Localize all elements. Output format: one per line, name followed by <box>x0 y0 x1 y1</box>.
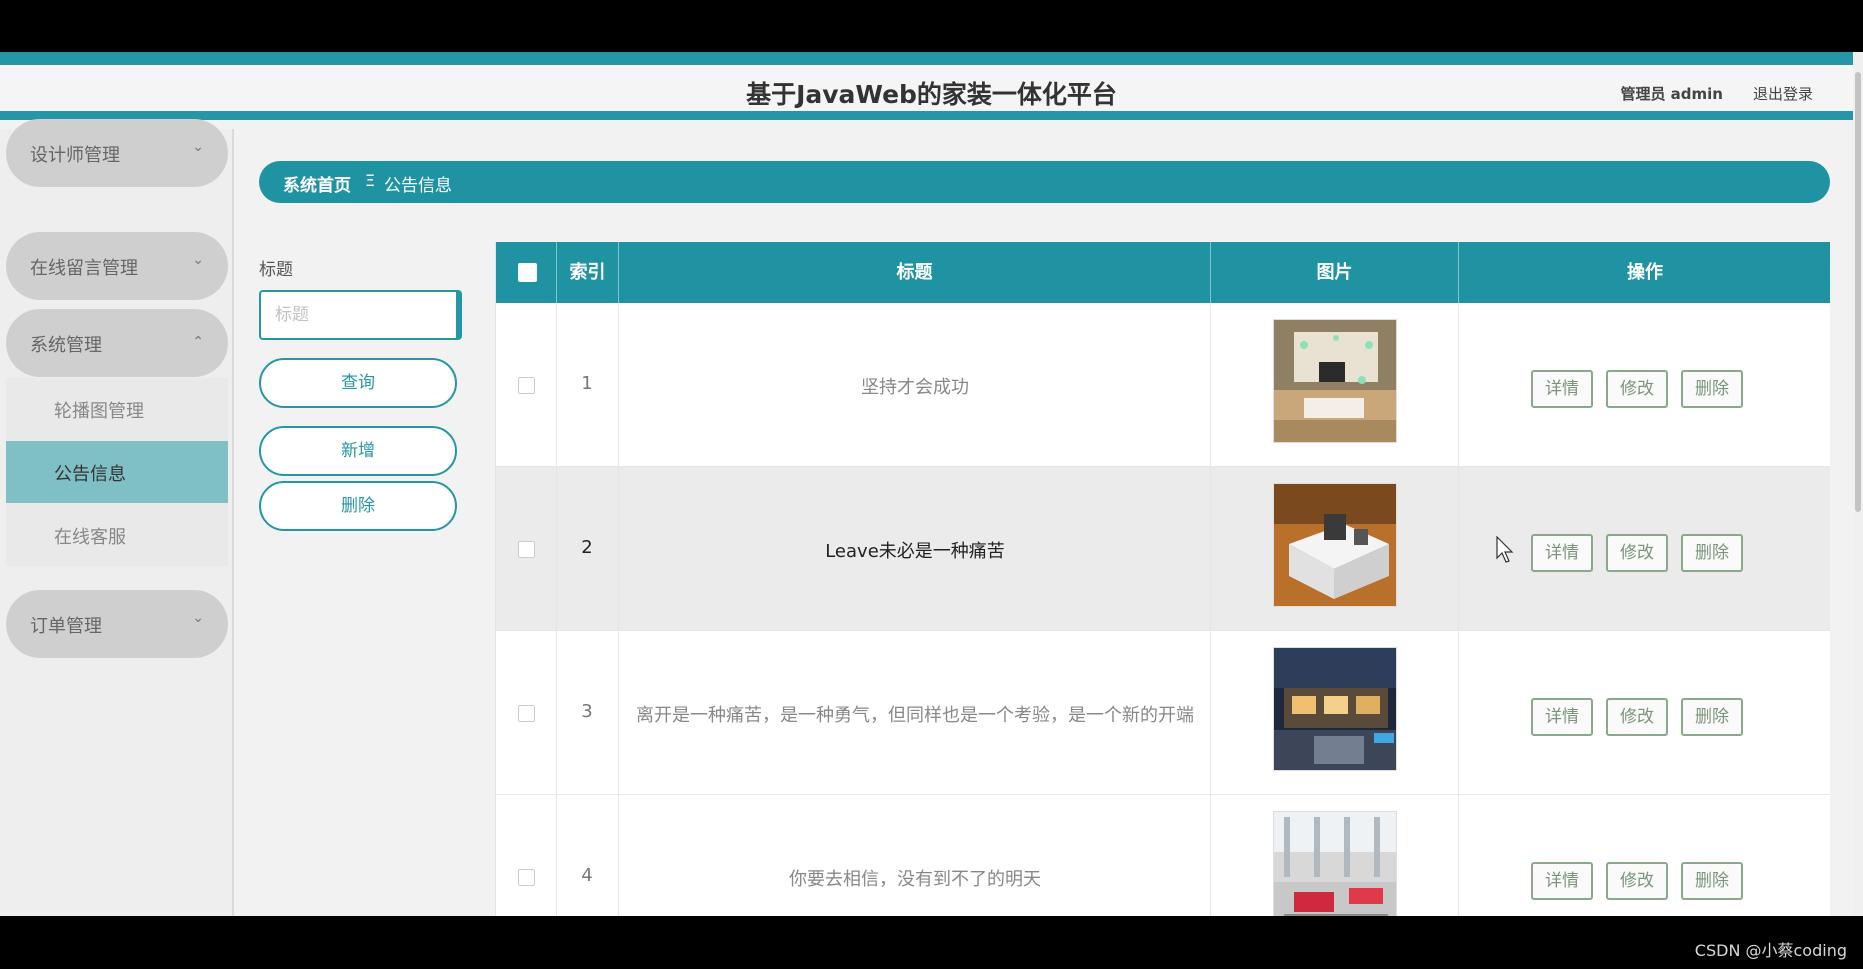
batch-delete-button[interactable]: 删除 <box>259 481 457 531</box>
app-header: 基于JavaWeb的家装一体化平台 管理员 admin 退出登录 <box>0 65 1863 120</box>
sidebar-group-label: 在线留言管理 <box>30 258 138 279</box>
sidebar-group-order[interactable]: 订单管理 ⌄ <box>6 590 228 658</box>
column-header-title: 标题 <box>619 242 1211 303</box>
delete-button[interactable]: 删除 <box>1681 698 1743 736</box>
table-row: 4 你要去相信，没有到不了的明天 详情 修改 删除 <box>496 795 1830 916</box>
row-title: Leave未必是一种痛苦 <box>825 541 1005 562</box>
detail-button[interactable]: 详情 <box>1531 698 1593 736</box>
sidebar-item-label: 公告信息 <box>54 464 126 485</box>
query-button[interactable]: 查询 <box>259 358 457 408</box>
chevron-up-icon: ⌃ <box>192 334 204 350</box>
dining-room-photo <box>1273 811 1397 916</box>
row-checkbox[interactable] <box>518 377 535 394</box>
sidebar-item-label: 轮播图管理 <box>54 401 144 422</box>
breadcrumb-home[interactable]: 系统首页 <box>283 171 351 196</box>
table-row: 1 坚持才会成功 详情 修改 删除 <box>496 303 1830 467</box>
edit-button[interactable]: 修改 <box>1606 534 1668 572</box>
breadcrumb-separator-icon: Ξ <box>365 171 376 190</box>
detail-button[interactable]: 详情 <box>1531 370 1593 408</box>
delete-button[interactable]: 删除 <box>1681 862 1743 900</box>
page-scrollbar[interactable] <box>1853 52 1863 916</box>
row-title: 坚持才会成功 <box>861 377 969 398</box>
table-row: 3 离开是一种痛苦，是一种勇气，但同样也是一个考验，是一个新的开端 详情 修改 … <box>496 631 1830 795</box>
top-accent-bar <box>0 52 1863 65</box>
column-header-image: 图片 <box>1211 242 1459 303</box>
row-title: 离开是一种痛苦，是一种勇气，但同样也是一个考验，是一个新的开端 <box>636 705 1194 726</box>
column-header-actions: 操作 <box>1627 262 1663 283</box>
row-index: 1 <box>581 373 593 394</box>
sidebar-group-label: 订单管理 <box>30 616 102 637</box>
chevron-down-icon: ⌄ <box>192 252 204 268</box>
system-submenu: 轮播图管理 公告信息 在线客服 <box>6 378 228 566</box>
sidebar-group-system[interactable]: 系统管理 ⌃ <box>6 309 228 377</box>
table-header: 索引 标题 图片 操作 <box>496 242 1830 303</box>
breadcrumb: 系统首页 Ξ 公告信息 <box>259 161 1830 203</box>
villa-exterior-photo <box>1273 647 1397 771</box>
add-button[interactable]: 新增 <box>259 426 457 476</box>
row-index: 4 <box>581 865 593 886</box>
sidebar-item-service[interactable]: 在线客服 <box>6 504 228 566</box>
row-index: 3 <box>581 701 593 722</box>
scrollbar-thumb[interactable] <box>1855 72 1861 512</box>
row-checkbox[interactable] <box>518 705 535 722</box>
row-title: 你要去相信，没有到不了的明天 <box>789 869 1041 890</box>
sidebar-group-label: 设计师管理 <box>30 145 120 166</box>
kitchen-island-photo <box>1273 483 1397 607</box>
mouse-cursor-icon <box>1496 536 1514 563</box>
row-index: 2 <box>581 537 593 558</box>
screen: 基于JavaWeb的家装一体化平台 管理员 admin 退出登录 设计师管理 ⌄… <box>0 0 1863 969</box>
column-header-index: 索引 <box>557 242 619 303</box>
title-search-input[interactable] <box>259 290 462 340</box>
row-checkbox[interactable] <box>518 869 535 886</box>
title-filter-label: 标题 <box>259 260 293 280</box>
current-user: 管理员 admin <box>1620 85 1723 103</box>
app-title: 基于JavaWeb的家装一体化平台 <box>746 80 1117 109</box>
breadcrumb-current: 公告信息 <box>384 176 452 196</box>
edit-button[interactable]: 修改 <box>1606 862 1668 900</box>
delete-button[interactable]: 删除 <box>1681 370 1743 408</box>
living-room-photo <box>1273 319 1397 443</box>
row-checkbox[interactable] <box>518 541 535 558</box>
sidebar-item-notice[interactable]: 公告信息 <box>6 441 228 503</box>
watermark-text: CSDN @小蔡coding <box>1694 941 1847 960</box>
detail-button[interactable]: 详情 <box>1531 534 1593 572</box>
sidebar-group-label: 系统管理 <box>30 335 102 356</box>
sidebar-item-label: 在线客服 <box>54 527 126 548</box>
notice-table: 索引 标题 图片 操作 1 坚持才会成功 详情 修改 删除 2 Leave未必是… <box>495 242 1830 916</box>
sidebar-item-carousel[interactable]: 轮播图管理 <box>6 378 228 440</box>
header-select-all-cell <box>496 242 557 303</box>
table-row: 2 Leave未必是一种痛苦 详情 修改 删除 <box>496 467 1830 631</box>
logout-link[interactable]: 退出登录 <box>1753 83 1813 104</box>
delete-button[interactable]: 删除 <box>1681 534 1743 572</box>
detail-button[interactable]: 详情 <box>1531 862 1593 900</box>
select-all-checkbox[interactable] <box>518 263 537 282</box>
edit-button[interactable]: 修改 <box>1606 698 1668 736</box>
chevron-down-icon: ⌄ <box>192 610 204 626</box>
app-window: 基于JavaWeb的家装一体化平台 管理员 admin 退出登录 设计师管理 ⌄… <box>0 52 1863 916</box>
sidebar: 设计师管理 ⌄ 在线留言管理 ⌄ 系统管理 ⌃ 轮播图管理 公告信息 在线客服 <box>0 119 234 916</box>
chevron-down-icon: ⌄ <box>192 139 204 155</box>
edit-button[interactable]: 修改 <box>1606 370 1668 408</box>
sidebar-group-message[interactable]: 在线留言管理 ⌄ <box>6 232 228 300</box>
sidebar-group-designer[interactable]: 设计师管理 ⌄ <box>6 119 228 187</box>
